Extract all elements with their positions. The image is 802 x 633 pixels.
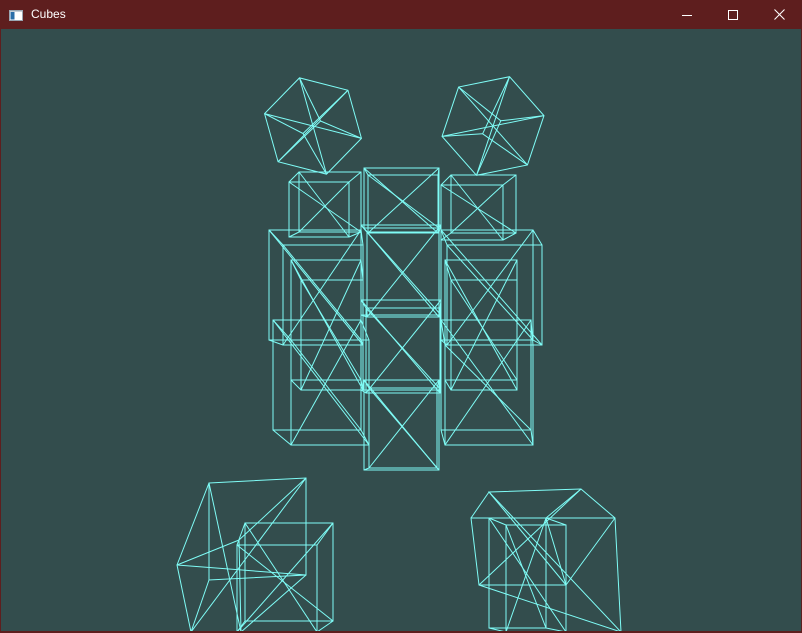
cube-center-low-diag xyxy=(360,299,441,394)
cube-upper-right-diag xyxy=(450,184,504,234)
cube-upper-right-edge xyxy=(502,174,517,186)
cube-upper-left-diag xyxy=(288,181,362,233)
cube-left-a-edge xyxy=(268,339,284,346)
maximize-icon xyxy=(728,9,738,20)
cube-bottom-right-small-diag xyxy=(488,517,566,631)
cube-center-top-diag xyxy=(367,167,440,234)
cube-left-b-edge xyxy=(272,429,292,446)
cube-bottom-right-small-front xyxy=(488,517,547,629)
cube-center-low-diag xyxy=(365,299,442,394)
cube-top-right-diag xyxy=(475,76,511,176)
cube-bottom-right-large-edge xyxy=(565,517,616,586)
cube-upper-left-edge xyxy=(288,171,300,183)
cube-right-b-edge xyxy=(440,429,446,446)
cube-right-c-back xyxy=(450,279,518,391)
cube-right-b-diag xyxy=(444,319,532,446)
cube-bottom-right-large-edge xyxy=(470,491,490,519)
cube-upper-right-edge xyxy=(502,232,517,241)
maximize-button[interactable] xyxy=(710,0,756,29)
cube-bottom-left-small-edge xyxy=(236,522,246,546)
cube-bottom-left-large-front xyxy=(208,477,307,581)
cube-center-top-diag xyxy=(363,167,439,234)
cube-center-top-diag xyxy=(367,174,440,229)
cube-top-right-edge xyxy=(458,86,502,122)
close-icon xyxy=(773,9,785,20)
close-button[interactable] xyxy=(756,0,802,29)
cube-right-c-edge xyxy=(444,379,452,391)
cube-upper-right-edge xyxy=(440,174,452,186)
render-viewport[interactable] xyxy=(1,29,801,631)
minimize-button[interactable] xyxy=(664,0,710,29)
cube-left-c-edge xyxy=(290,379,302,391)
minimize-icon xyxy=(682,14,692,16)
cube-right-a-edge xyxy=(532,229,543,246)
cube-bottom-left-large-edge xyxy=(238,477,307,541)
cube-top-left-edge xyxy=(302,133,327,175)
window-title: Cubes xyxy=(31,7,66,21)
cube-center-low-diag xyxy=(365,307,442,391)
cube-upper-left-front xyxy=(288,181,350,238)
cube-bottom-left-large-edge xyxy=(190,579,210,631)
cube-right-a-diag xyxy=(446,244,534,341)
cube-bottom-left-large-edge xyxy=(176,482,210,566)
cube-left-a-diag xyxy=(282,244,362,341)
cube-bottom-left-small-diag xyxy=(236,544,334,622)
cube-bottom-right-small-edge xyxy=(545,517,567,526)
cube-right-a-edge xyxy=(532,339,543,346)
window-app-icon xyxy=(9,8,23,21)
wireframe-scene xyxy=(176,76,622,631)
app-window: Cubes xyxy=(0,0,802,633)
cube-upper-left-edge xyxy=(348,171,362,183)
cube-left-b-edge xyxy=(360,319,370,341)
cube-bottom-right-small-diag xyxy=(505,517,547,631)
cube-top-left-edge xyxy=(264,113,304,134)
title-bar[interactable]: Cubes xyxy=(0,0,802,29)
cube-center-bottom-diag xyxy=(368,387,440,471)
cube-bottom-left-small-edge xyxy=(317,620,334,631)
cube-right-a-edge xyxy=(440,229,448,246)
cube-right-b-diag xyxy=(444,344,532,431)
cube-left-b-diag xyxy=(272,319,370,446)
cube-bottom-right-small-back xyxy=(505,524,567,631)
cube-bottom-left-large-edge xyxy=(241,574,307,631)
cube-upper-left-edge xyxy=(288,231,300,238)
cube-bottom-left-large-diag xyxy=(208,482,242,631)
cube-bottom-left-large-diag xyxy=(176,564,307,576)
cube-bottom-left-small-diag xyxy=(237,522,334,631)
cube-upper-left-diag xyxy=(298,181,350,233)
